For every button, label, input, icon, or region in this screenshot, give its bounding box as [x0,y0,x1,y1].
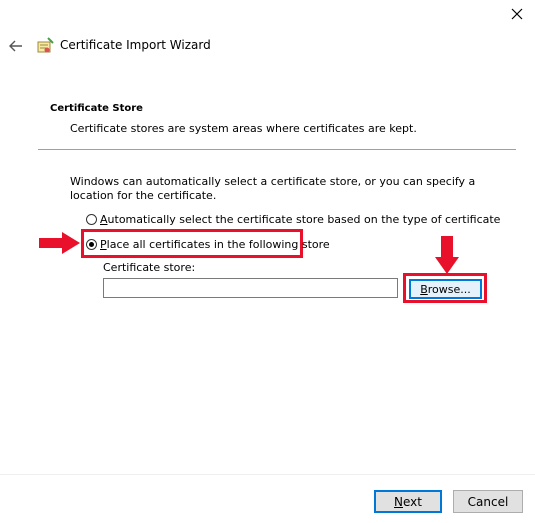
footer-divider [0,474,535,475]
red-arrow-right-icon [38,231,82,258]
radio-place-all-label: Place all certificates in the following … [100,237,330,251]
cancel-button[interactable]: Cancel [453,490,523,513]
window-title: Certificate Import Wizard [60,38,211,52]
intro-text: Windows can automatically select a certi… [70,175,476,202]
red-arrow-down-icon [434,235,460,278]
radio-place-all[interactable]: Place all certificates in the following … [86,236,330,252]
close-icon[interactable] [507,4,527,24]
browse-button[interactable]: Browse... [409,279,482,299]
radio-auto-select[interactable]: Automatically select the certificate sto… [86,211,500,227]
section-description: Certificate stores are system areas wher… [70,122,417,135]
section-title: Certificate Store [50,103,143,114]
next-button[interactable]: Next [374,490,442,513]
certificate-store-label: Certificate store: [103,261,196,274]
radio-button-selected[interactable] [86,238,97,250]
back-arrow-icon[interactable] [6,36,26,56]
certificate-store-input[interactable] [103,278,398,298]
divider [38,149,516,150]
radio-button[interactable] [86,213,97,225]
radio-auto-select-label: Automatically select the certificate sto… [100,212,501,226]
certificate-wizard-icon [35,36,55,56]
